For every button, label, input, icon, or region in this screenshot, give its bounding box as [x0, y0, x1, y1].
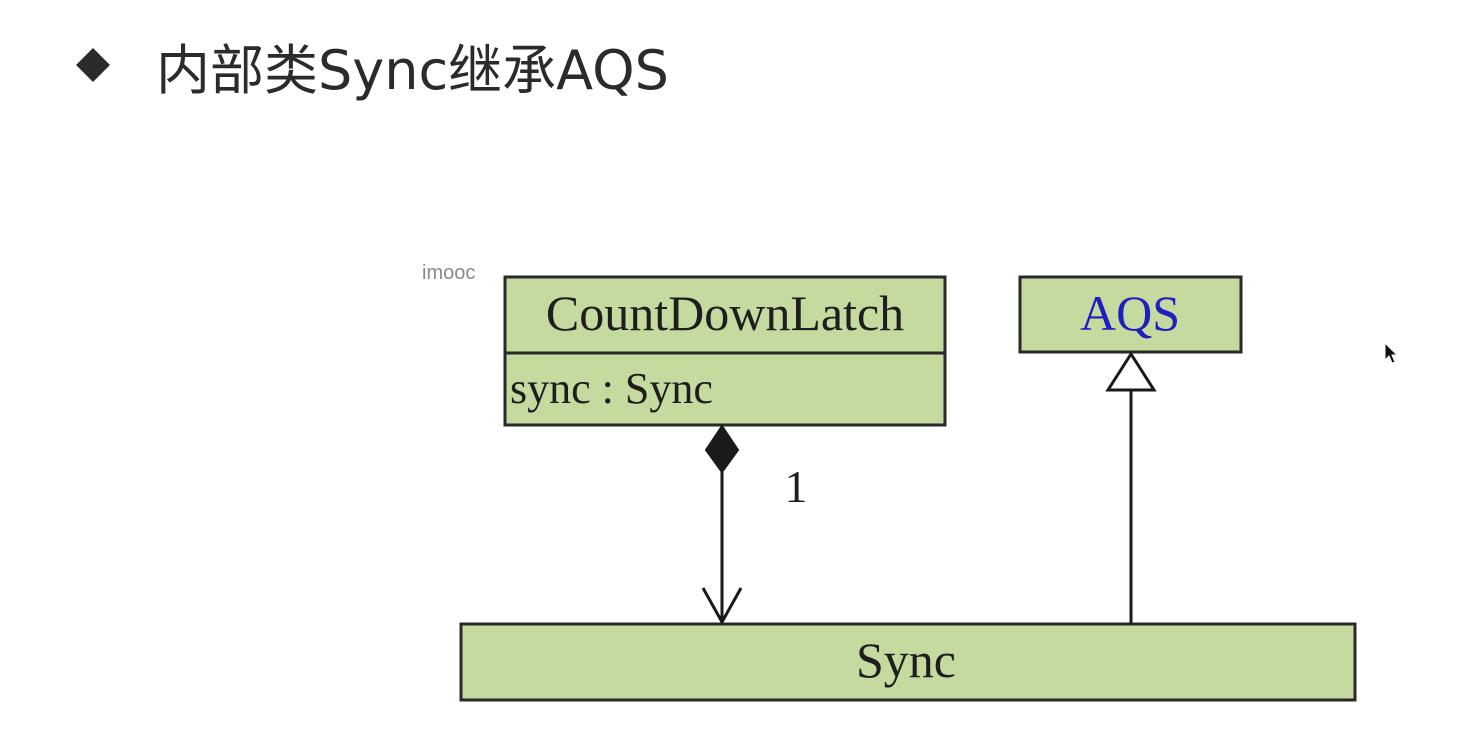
class-countdownlatch: CountDownLatch sync : Sync [503, 275, 947, 427]
uml-class-diagram: CountDownLatch sync : Sync AQS Sync 1 [459, 275, 1357, 702]
composition-relation: 1 [701, 424, 808, 626]
class-countdownlatch-attribute: sync : Sync [510, 364, 713, 413]
inheritance-triangle-icon [1105, 351, 1157, 392]
class-sync-name: Sync [856, 632, 956, 688]
class-aqs-name: AQS [1080, 285, 1180, 341]
composition-diamond-icon [704, 424, 740, 474]
class-aqs: AQS [1018, 275, 1243, 354]
mouse-cursor-icon [1384, 342, 1399, 364]
class-sync: Sync [459, 622, 1357, 702]
inheritance-relation [1105, 351, 1157, 624]
class-countdownlatch-name: CountDownLatch [546, 285, 904, 341]
composition-multiplicity: 1 [785, 461, 808, 512]
